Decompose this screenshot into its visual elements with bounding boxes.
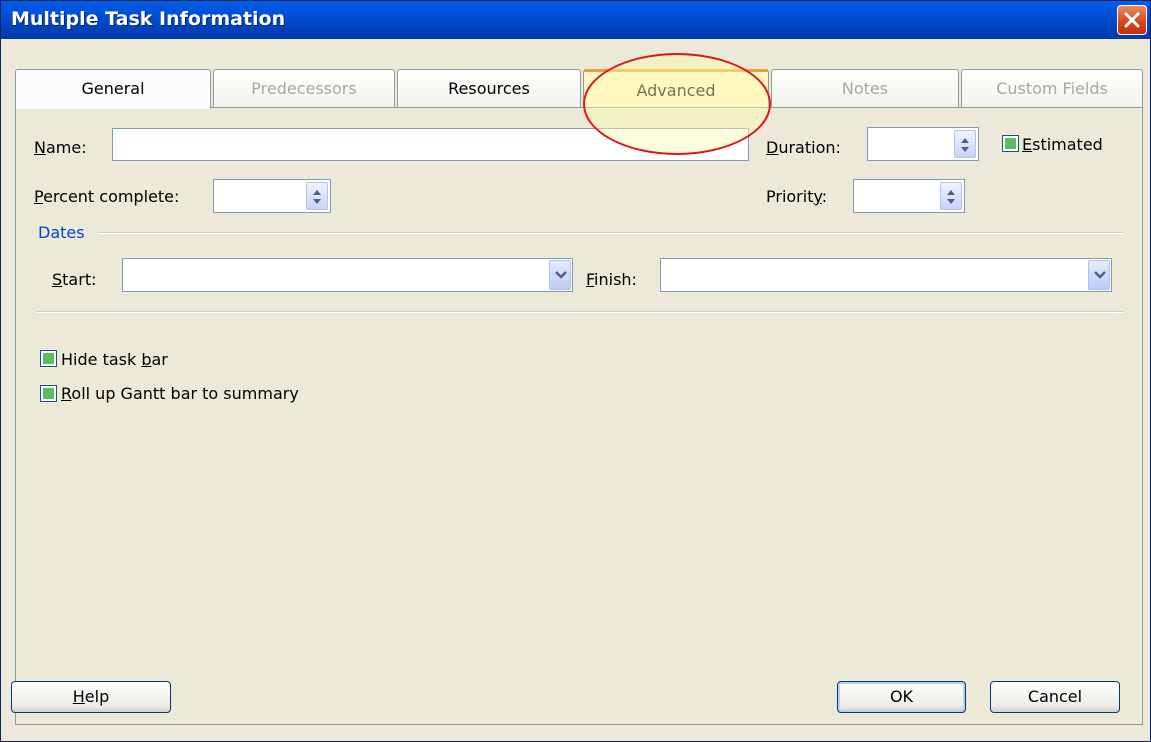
name-label: Name: (34, 138, 87, 157)
duration-label: Duration: (766, 138, 841, 157)
cancel-button[interactable]: Cancel (990, 681, 1120, 713)
red-highlight-ellipse (583, 53, 771, 155)
tab-custom-fields[interactable]: Custom Fields (961, 69, 1143, 107)
title-bar[interactable]: Multiple Task Information (1, 1, 1150, 39)
hide-task-bar-checkbox[interactable] (40, 350, 57, 367)
tab-predecessors[interactable]: Predecessors (213, 69, 395, 107)
window-title: Multiple Task Information (11, 8, 286, 30)
percent-spin-buttons[interactable] (306, 182, 328, 210)
help-button[interactable]: Help (11, 681, 171, 713)
close-button[interactable] (1117, 5, 1147, 35)
priority-label: Priority: (766, 187, 828, 206)
spin-arrows-icon (961, 138, 969, 152)
hide-task-bar-label[interactable]: Hide task bar (61, 350, 168, 369)
estimated-label[interactable]: Estimated (1022, 135, 1103, 154)
start-date-combo[interactable] (122, 258, 573, 292)
start-label: Start: (52, 270, 97, 289)
rollup-gantt-checkbox[interactable] (40, 385, 57, 402)
chevron-down-icon (555, 271, 567, 279)
start-dropdown-button[interactable] (549, 260, 571, 290)
chevron-down-icon (1094, 271, 1106, 279)
rollup-gantt-label[interactable]: Roll up Gantt bar to summary (61, 384, 299, 403)
dates-group-label: Dates (38, 223, 85, 242)
percent-complete-spinner[interactable] (213, 179, 331, 213)
estimated-checkbox[interactable] (1002, 135, 1019, 152)
duration-spin-buttons[interactable] (954, 130, 976, 158)
multiple-task-information-dialog: Multiple Task Information General Predec… (0, 0, 1151, 742)
tab-resources[interactable]: Resources (397, 69, 581, 107)
spin-arrows-icon (947, 190, 955, 204)
dates-bottom-divider (36, 311, 1124, 313)
tab-strip: General Predecessors Resources Advanced … (15, 69, 1143, 109)
spin-arrows-icon (313, 190, 321, 204)
dates-group-divider (98, 232, 1124, 234)
finish-label: Finish: (586, 270, 637, 289)
finish-date-combo[interactable] (660, 258, 1112, 292)
finish-dropdown-button[interactable] (1088, 260, 1110, 290)
duration-spinner[interactable] (867, 127, 979, 161)
close-icon (1124, 12, 1140, 28)
tab-general[interactable]: General (15, 69, 211, 109)
priority-spin-buttons[interactable] (940, 182, 962, 210)
ok-button[interactable]: OK (837, 681, 966, 713)
general-tab-panel: Name: Duration: Estimated Percent comple… (15, 107, 1143, 725)
percent-complete-label: Percent complete: (34, 187, 180, 206)
tab-notes[interactable]: Notes (771, 69, 959, 107)
priority-spinner[interactable] (853, 179, 965, 213)
